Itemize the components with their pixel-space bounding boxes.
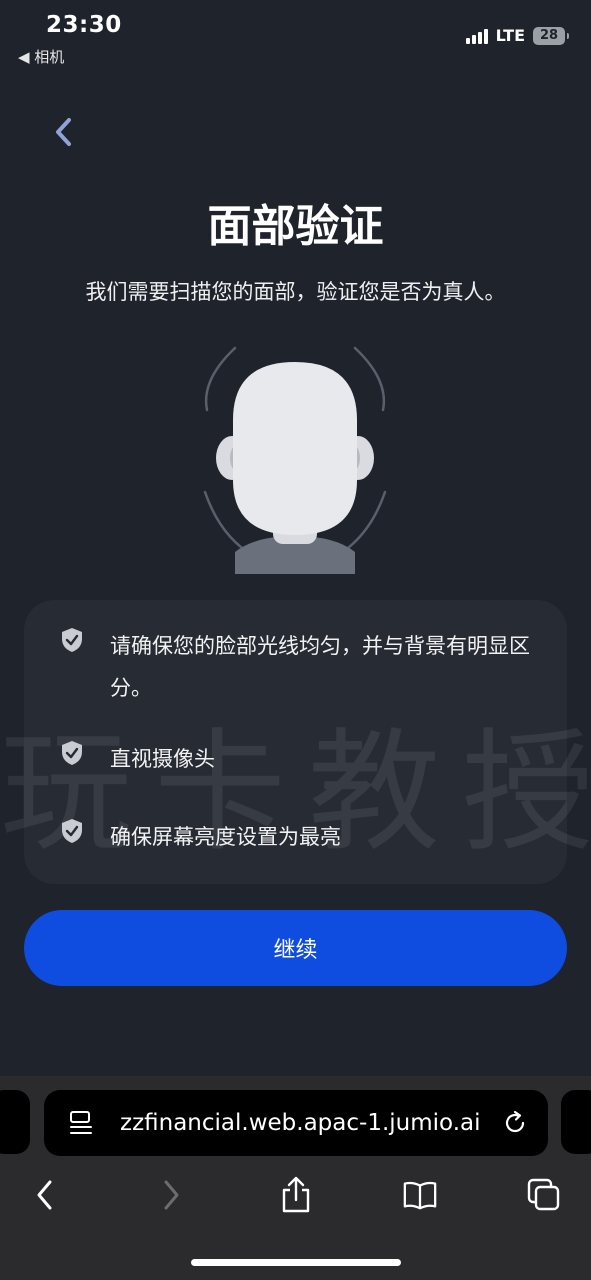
tip-item: 确保屏幕亮度设置为最亮 (60, 816, 341, 849)
chevron-right-icon (164, 1180, 179, 1210)
previous-tab-stub[interactable] (0, 1090, 30, 1154)
chevron-left-icon (37, 1180, 52, 1210)
status-back-to-app[interactable]: ◀ 相机 (18, 46, 64, 67)
tip-item: 直视摄像头 (60, 738, 215, 771)
nav-back-button[interactable] (26, 1176, 62, 1214)
shield-check-icon (62, 741, 82, 765)
page-subtitle: 我们需要扫描您的面部，验证您是否为真人。 (85, 280, 506, 304)
face-illustration (203, 346, 387, 574)
tip-text: 请确保您的脸部光线均匀，并与背景有明显区分。 (110, 634, 530, 700)
tabs-icon (527, 1178, 560, 1211)
share-button[interactable] (278, 1176, 314, 1214)
tabs-button[interactable] (526, 1176, 562, 1214)
bookmarks-button[interactable] (402, 1176, 438, 1214)
address-bar[interactable]: zzfinancial.web.apac-1.jumio.ai (44, 1090, 548, 1156)
shield-check-icon (62, 628, 82, 652)
back-button[interactable] (48, 114, 78, 150)
chevron-left-icon (56, 118, 71, 146)
tip-text: 确保屏幕亮度设置为最亮 (110, 825, 341, 849)
next-tab-stub[interactable] (561, 1090, 591, 1154)
nav-forward-button[interactable] (154, 1176, 190, 1214)
status-right: LTE 28 (465, 26, 569, 45)
url-text[interactable]: zzfinancial.web.apac-1.jumio.ai (120, 1090, 481, 1156)
reload-icon[interactable] (502, 1110, 528, 1136)
network-label: LTE (495, 26, 525, 45)
battery-icon: 28 (533, 26, 569, 45)
signal-icon (465, 28, 488, 44)
page-menu-icon[interactable] (68, 1110, 94, 1136)
shield-check-icon (62, 819, 82, 843)
book-icon (403, 1181, 437, 1210)
tip-item: 请确保您的脸部光线均匀，并与背景有明显区分。 (60, 625, 530, 700)
tip-text: 直视摄像头 (110, 747, 215, 771)
status-time: 23:30 (46, 12, 122, 38)
share-icon (282, 1176, 310, 1213)
home-indicator (191, 1259, 401, 1266)
continue-button[interactable]: 继续 (24, 910, 567, 986)
page-title: 面部验证 (207, 201, 384, 252)
